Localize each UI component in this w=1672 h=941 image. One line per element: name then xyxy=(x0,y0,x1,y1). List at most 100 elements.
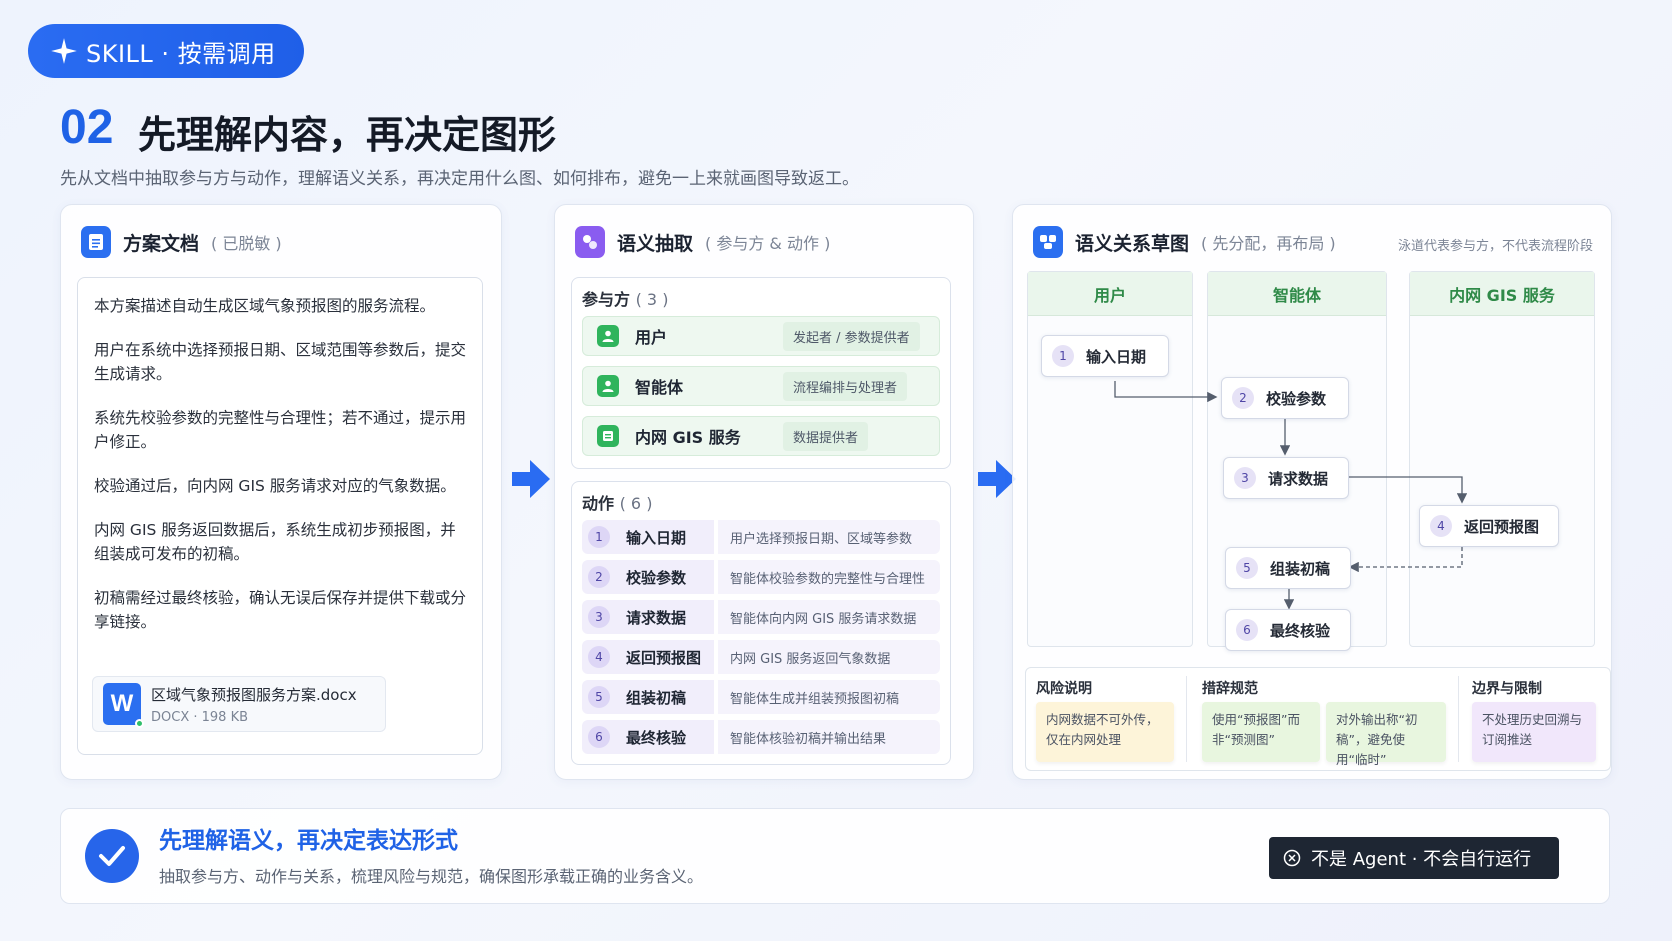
action-name: 输入日期 xyxy=(626,528,687,547)
action-desc: 智能体核验初稿并输出结果 xyxy=(718,720,940,754)
action-row: 3 请求数据 智能体向内网 GIS 服务请求数据 xyxy=(582,600,940,634)
actions-section: 动作 ( 6 ) 1 输入日期 用户选择预报日期、区域等参数 2 校验参数 智能体校… xyxy=(571,481,951,765)
doc-content: 本方案描述自动生成区域气象预报图的服务流程。 用户在系统中选择预报日期、区域范围… xyxy=(77,277,483,755)
step-number: 6 xyxy=(588,726,610,748)
person-icon xyxy=(597,325,619,347)
doc-paragraph: 本方案描述自动生成区域气象预报图的服务流程。 xyxy=(94,297,436,315)
person-icon xyxy=(597,375,619,397)
notes-panel: 风险说明 内网数据不可外传，仅在内网处理 措辞规范 使用“预报图”而非“预测图”… xyxy=(1025,667,1611,771)
node-label: 请求数据 xyxy=(1268,469,1329,488)
doc-paragraph: 用户在系统中选择预报日期、区域范围等参数后，提交生成请求。 xyxy=(94,341,467,383)
flow-node: 4 返回预报图 xyxy=(1419,505,1559,547)
sketch-card-subtitle: ( 先分配，再布局 ) xyxy=(1201,234,1336,253)
action-desc: 智能体校验参数的完整性与合理性 xyxy=(718,560,940,594)
actions-label: 动作 xyxy=(582,494,615,513)
sketch-card: 语义关系草图 ( 先分配，再布局 ) 泳道代表参与方，不代表流程阶段 用户 智能… xyxy=(1012,204,1612,780)
skill-badge: SKILL · 按需调用 xyxy=(28,24,304,78)
action-name: 校验参数 xyxy=(626,568,687,587)
extract-card-title: 语义抽取 xyxy=(617,232,694,255)
lane-user: 用户 xyxy=(1027,271,1193,647)
divider xyxy=(1458,676,1459,762)
extract-card-subtitle: ( 参与方 & 动作 ) xyxy=(705,234,831,253)
flow-node: 2 校验参数 xyxy=(1221,377,1349,419)
action-row: 2 校验参数 智能体校验参数的完整性与合理性 xyxy=(582,560,940,594)
badge-label: 不是 Agent · 不会自行运行 xyxy=(1311,849,1532,870)
flow-node: 3 请求数据 xyxy=(1223,457,1349,499)
check-icon xyxy=(85,829,139,883)
page-subtitle: 先从文档中抽取参与方与动作，理解语义关系，再决定用什么图、如何排布，避免一上来就… xyxy=(60,169,859,189)
extract-icon xyxy=(575,226,605,258)
sketch-card-title: 语义关系草图 xyxy=(1075,232,1190,255)
action-row: 5 组装初稿 智能体生成并组装预报图初稿 xyxy=(582,680,940,714)
action-row: 1 输入日期 用户选择预报日期、区域等参数 xyxy=(582,520,940,554)
file-name: 区域气象预报图服务方案.docx xyxy=(151,685,357,704)
file-attachment[interactable]: W 区域气象预报图服务方案.docx DOCX · 198 KB xyxy=(92,676,386,732)
doc-paragraph: 系统先校验参数的完整性与合理性；若不通过，提示用户修正。 xyxy=(94,409,467,451)
action-desc: 内网 GIS 服务返回气象数据 xyxy=(718,640,940,674)
party-row: 智能体 流程编排与处理者 xyxy=(582,366,940,406)
flow-node: 1 输入日期 xyxy=(1041,335,1169,377)
section-number: 02 xyxy=(60,101,114,154)
flow-arrow-icon xyxy=(512,460,550,498)
parties-count: ( 3 ) xyxy=(635,290,669,309)
file-meta: DOCX · 198 KB xyxy=(151,709,249,725)
skill-badge-label: SKILL · 按需调用 xyxy=(86,39,276,68)
party-name: 智能体 xyxy=(635,378,684,397)
page-title: 先理解内容，再决定图形 xyxy=(138,113,557,157)
divider xyxy=(1186,676,1187,762)
flow-node: 5 组装初稿 xyxy=(1225,547,1351,589)
lane-header: 内网 GIS 服务 xyxy=(1410,272,1594,316)
action-desc: 智能体生成并组装预报图初稿 xyxy=(718,680,940,714)
risk-title: 风险说明 xyxy=(1036,681,1092,697)
node-label: 最终核验 xyxy=(1270,621,1331,640)
lane-gis: 内网 GIS 服务 xyxy=(1409,271,1595,647)
party-role: 发起者 / 参数提供者 xyxy=(783,321,920,351)
node-label: 组装初稿 xyxy=(1270,559,1331,578)
wording-title: 措辞规范 xyxy=(1202,681,1258,697)
step-number: 3 xyxy=(1234,467,1256,489)
step-number: 6 xyxy=(1236,619,1258,641)
wording-note: 使用“预报图”而非“预测图” xyxy=(1202,702,1320,762)
extract-card: 语义抽取 ( 参与方 & 动作 ) 参与方 ( 3 ) 用户 发起者 / 参数提… xyxy=(554,204,974,780)
doc-card-title: 方案文档 xyxy=(123,232,200,255)
party-role: 流程编排与处理者 xyxy=(783,371,908,401)
action-name: 请求数据 xyxy=(626,608,687,627)
wording-note: 对外输出称“初稿”，避免使用“临时” xyxy=(1326,702,1446,767)
action-name: 最终核验 xyxy=(626,728,687,747)
step-number: 5 xyxy=(1236,557,1258,579)
parties-section: 参与方 ( 3 ) 用户 发起者 / 参数提供者 智能体 流程编排与处理者 内网… xyxy=(571,277,951,469)
action-name: 返回预报图 xyxy=(626,648,702,667)
boundary-note: 不处理历史回溯与订阅推送 xyxy=(1472,702,1596,762)
server-icon xyxy=(597,425,619,447)
doc-paragraph: 内网 GIS 服务返回数据后，系统生成初步预报图，并组装成可发布的初稿。 xyxy=(94,521,456,563)
party-name: 用户 xyxy=(635,328,668,347)
doc-card: 方案文档 ( 已脱敏 ) 本方案描述自动生成区域气象预报图的服务流程。 用户在系… xyxy=(60,204,502,780)
action-desc: 用户选择预报日期、区域等参数 xyxy=(718,520,940,554)
action-name: 组装初稿 xyxy=(626,688,687,707)
close-circle-icon xyxy=(1283,849,1301,867)
step-number: 5 xyxy=(588,686,610,708)
step-number: 2 xyxy=(588,566,610,588)
parties-label: 参与方 xyxy=(582,290,631,309)
step-number: 3 xyxy=(588,606,610,628)
doc-paragraph: 校验通过后，向内网 GIS 服务请求对应的气象数据。 xyxy=(94,477,456,495)
node-label: 输入日期 xyxy=(1086,347,1147,366)
action-row: 6 最终核验 智能体核验初稿并输出结果 xyxy=(582,720,940,754)
doc-paragraph: 初稿需经过最终核验，确认无误后保存并提供下载或分享链接。 xyxy=(94,589,467,631)
sparkle-icon xyxy=(51,38,77,64)
action-desc: 智能体向内网 GIS 服务请求数据 xyxy=(718,600,940,634)
sketch-note: 泳道代表参与方，不代表流程阶段 xyxy=(1397,239,1593,254)
summary-subtitle: 抽取参与方、动作与关系，梳理风险与规范，确保图形承载正确的业务含义。 xyxy=(159,867,704,886)
document-icon xyxy=(81,226,111,258)
risk-note: 内网数据不可外传，仅在内网处理 xyxy=(1036,702,1174,762)
diagram-icon xyxy=(1033,226,1063,258)
step-number: 1 xyxy=(588,526,610,548)
node-label: 返回预报图 xyxy=(1464,517,1540,536)
action-row: 4 返回预报图 内网 GIS 服务返回气象数据 xyxy=(582,640,940,674)
step-number: 4 xyxy=(588,646,610,668)
step-number: 2 xyxy=(1232,387,1254,409)
party-role: 数据提供者 xyxy=(783,421,869,451)
step-number: 1 xyxy=(1052,345,1074,367)
word-file-icon: W xyxy=(103,683,144,728)
actions-count: ( 6 ) xyxy=(619,494,653,513)
